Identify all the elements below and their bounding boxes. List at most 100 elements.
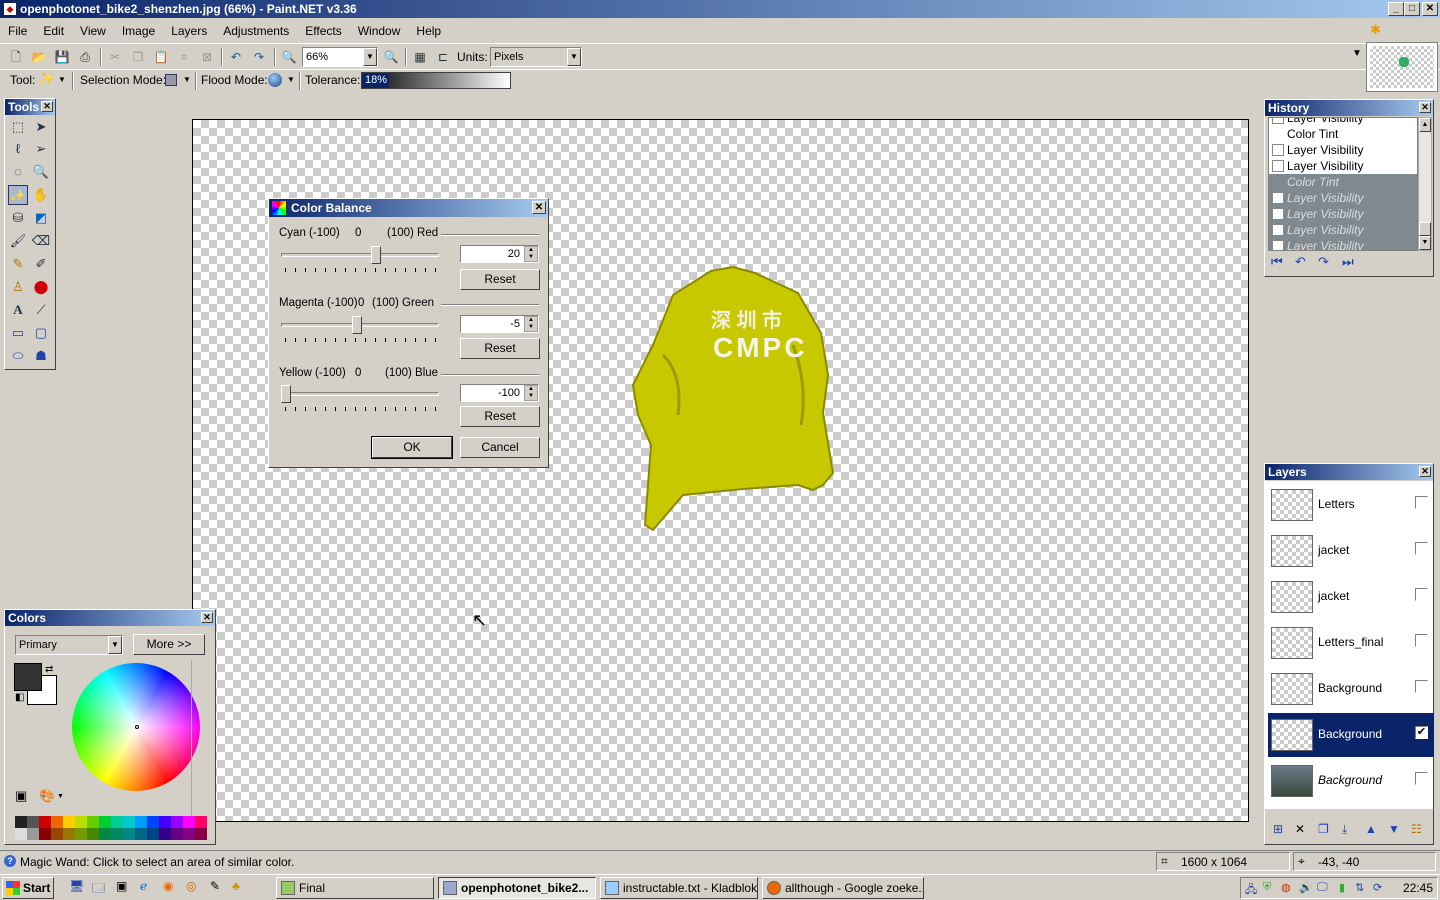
volume-icon[interactable]: 🔊 — [1299, 881, 1313, 894]
layer-visibility-checkbox[interactable] — [1415, 588, 1428, 601]
rectangle-select-icon[interactable]: ⬚ — [8, 117, 28, 137]
history-item-undone[interactable]: Layer Visibility — [1269, 206, 1417, 222]
cyan-red-slider-thumb[interactable] — [371, 246, 381, 264]
tools-gear-icon[interactable]: ✱ — [1370, 22, 1386, 38]
fast-forward-icon[interactable]: ⏭ — [1342, 254, 1354, 270]
ellipse-icon[interactable]: ⬭ — [8, 346, 28, 366]
chevron-down-icon[interactable]: ▼ — [183, 75, 191, 84]
cyan-red-slider-track[interactable] — [281, 253, 439, 257]
history-item[interactable]: Layer Visibility — [1269, 158, 1417, 174]
yellow-blue-value-input[interactable]: -100 ▲ ▼ — [460, 384, 539, 402]
history-item[interactable]: Color Tint — [1269, 126, 1417, 142]
open-icon[interactable]: 📂 — [30, 48, 48, 66]
duplicate-layer-icon[interactable]: ❐ — [1318, 822, 1329, 836]
layer-visibility-checkbox[interactable] — [1415, 542, 1428, 555]
reset-colors-icon[interactable]: ◧ — [15, 692, 24, 703]
cyan-red-value-input[interactable]: 20 ▲ ▼ — [460, 245, 539, 263]
deselect-icon[interactable]: ⊠ — [198, 48, 216, 66]
maximize-button[interactable]: □ — [1404, 2, 1420, 16]
thunderbird-icon[interactable]: ◎ — [186, 879, 196, 893]
close-icon[interactable]: ✕ — [1419, 466, 1431, 477]
security-icon[interactable]: ⛨ — [1263, 881, 1271, 894]
layer-visibility-checkbox[interactable] — [1415, 772, 1428, 785]
paintbrush-icon[interactable]: 🖌 — [8, 231, 28, 251]
scrollbar-thumb[interactable] — [1419, 222, 1431, 236]
tolerance-slider[interactable]: 18% — [361, 72, 511, 89]
magenta-green-value-input[interactable]: -5 ▲ ▼ — [460, 315, 539, 333]
ok-button[interactable]: OK — [371, 436, 453, 459]
chevron-down-icon[interactable]: ▼ — [363, 48, 377, 66]
spinner-icon[interactable]: ▲ ▼ — [524, 385, 538, 401]
rectangle-icon[interactable]: ▭ — [8, 323, 28, 343]
chevron-down-icon[interactable]: ▼ — [57, 793, 64, 800]
menu-view[interactable]: View — [72, 20, 114, 42]
yellow-blue-slider-thumb[interactable] — [281, 385, 291, 403]
move-selection-icon[interactable]: ➤ — [31, 117, 51, 137]
move-layer-up-icon[interactable]: ▲ — [1365, 822, 1377, 836]
menu-image[interactable]: Image — [114, 20, 163, 42]
scroll-down-icon[interactable]: ▼ — [1419, 236, 1431, 250]
zoom-icon[interactable]: 🔍 — [31, 162, 51, 182]
history-item[interactable]: Layer Visibility — [1269, 142, 1417, 158]
close-icon[interactable]: ✕ — [201, 612, 213, 623]
menu-edit[interactable]: Edit — [35, 20, 72, 42]
history-item-undone[interactable]: Color Tint — [1269, 174, 1417, 190]
history-item[interactable]: Layer Visibility — [1269, 118, 1417, 126]
globe-icon[interactable] — [268, 73, 282, 87]
scroll-up-icon[interactable]: ▲ — [1419, 118, 1431, 132]
yellow-blue-reset-button[interactable]: Reset — [460, 406, 540, 427]
selection-mode-icon[interactable] — [165, 74, 177, 86]
minimize-button[interactable]: _ — [1388, 2, 1404, 16]
chevron-down-icon[interactable]: ▼ — [58, 75, 66, 84]
spinner-icon[interactable]: ▲ ▼ — [524, 316, 538, 332]
redo-history-icon[interactable]: ↷ — [1318, 254, 1329, 270]
history-list[interactable]: Layer Visibility Color Tint Layer Visibi… — [1268, 117, 1418, 251]
copy-icon[interactable]: ❐ — [129, 48, 147, 66]
taskbar-item[interactable]: Final — [276, 877, 434, 899]
chevron-down-icon[interactable]: ▼ — [567, 48, 581, 66]
history-item-undone[interactable]: Layer Visibility — [1269, 238, 1417, 250]
antivirus-icon[interactable]: ◍ — [1281, 881, 1291, 894]
save-icon[interactable]: 💾 — [53, 48, 71, 66]
close-icon[interactable]: ✕ — [1419, 102, 1431, 113]
zoom-select[interactable]: 66% ▼ — [302, 47, 378, 67]
eraser-icon[interactable]: ⌫ — [31, 231, 51, 251]
taskbar-item[interactable]: instructable.txt - Kladblok — [600, 877, 758, 899]
notepad-icon[interactable]: ✎ — [210, 879, 220, 893]
spinner-icon[interactable]: ▲ ▼ — [524, 246, 538, 262]
taskbar-item-active[interactable]: openphotonet_bike2... — [438, 877, 596, 899]
cut-icon[interactable]: ✂ — [106, 48, 124, 66]
magic-wand-tool-icon[interactable]: ✨ — [8, 185, 28, 205]
show-desktop-icon[interactable]: 🖥 — [69, 879, 84, 893]
layer-visibility-checkbox[interactable]: ✔ — [1415, 726, 1428, 739]
freeform-shape-icon[interactable]: ☗ — [31, 346, 51, 366]
cyan-red-reset-button[interactable]: Reset — [460, 269, 540, 290]
pan-hand-icon[interactable]: ✋ — [31, 185, 51, 205]
menu-effects[interactable]: Effects — [297, 20, 349, 42]
explorer-icon[interactable]: 🗔 — [92, 879, 105, 900]
crop-icon[interactable]: ⌗ — [175, 48, 193, 66]
color-picker-icon[interactable]: ✐ — [31, 254, 51, 274]
line-curve-icon[interactable]: ⟋ — [31, 300, 51, 320]
ellipse-select-icon[interactable]: ◌ — [8, 162, 28, 182]
layer-row[interactable]: Letters_final — [1268, 621, 1434, 665]
more-colors-button[interactable]: More >> — [133, 634, 205, 655]
rewind-icon[interactable]: ⏮ — [1271, 254, 1283, 270]
command-prompt-icon[interactable]: ▣ — [116, 879, 127, 893]
units-select[interactable]: Pixels ▼ — [490, 47, 582, 67]
primary-color-swatch[interactable] — [14, 663, 42, 691]
menu-window[interactable]: Window — [350, 20, 409, 42]
close-icon[interactable]: ✕ — [41, 101, 53, 112]
palette-icon[interactable]: 🎨 — [39, 788, 55, 804]
color-mode-select[interactable]: Primary ▼ — [15, 635, 123, 655]
messenger-icon[interactable]: ♣ — [232, 879, 240, 893]
battery-icon[interactable]: ▮ — [1339, 881, 1345, 894]
undo-history-icon[interactable]: ↶ — [1295, 254, 1306, 270]
firefox-icon[interactable]: ◉ — [163, 879, 173, 893]
redo-icon[interactable]: ↷ — [250, 48, 268, 66]
menu-file[interactable]: File — [0, 20, 35, 42]
yellow-blue-slider-track[interactable] — [281, 392, 439, 396]
menu-help[interactable]: Help — [408, 20, 449, 42]
rulers-icon[interactable]: ⊏ — [434, 48, 452, 66]
layer-row[interactable]: jacket — [1268, 529, 1434, 573]
